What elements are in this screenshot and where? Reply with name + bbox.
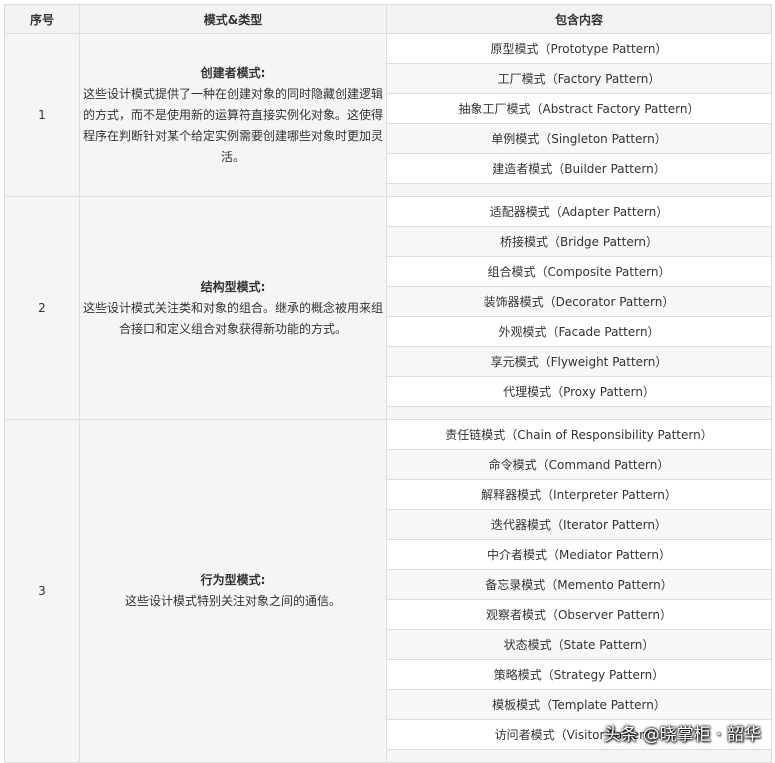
pattern-item: 组合模式（Composite Pattern）: [386, 256, 772, 287]
table-body: 1 创建者模式: 这些设计模式提供了一种在创建对象的同时隐藏创建逻辑的方式，而不是使…: [4, 33, 772, 763]
pattern-item: 解释器模式（Interpreter Pattern）: [386, 479, 772, 510]
header-type: 模式&类型: [79, 4, 387, 34]
filler-cell: [386, 749, 772, 763]
group-type-description: 这些设计模式提供了一种在创建对象的同时隐藏创建逻辑的方式，而不是使用新的运算符直…: [82, 86, 383, 164]
header-content: 包含内容: [386, 4, 772, 34]
group-type-description: 这些设计模式关注类和对象的组合。继承的概念被用来组合接口和定义组合对象获得新功能…: [82, 300, 383, 336]
pattern-item: 备忘录模式（Memento Pattern）: [386, 569, 772, 600]
pattern-item: 中介者模式（Mediator Pattern）: [386, 539, 772, 570]
pattern-item: 单例模式（Singleton Pattern）: [386, 123, 772, 154]
table-row: 3 行为型模式: 这些设计模式特别关注对象之间的通信。 责任链模式（Chain of …: [4, 419, 772, 763]
header-row: 序号 模式&类型 包含内容: [4, 4, 772, 34]
group-index: 2: [4, 196, 80, 420]
pattern-item: 建造者模式（Builder Pattern）: [386, 153, 772, 184]
pattern-item: 观察者模式（Observer Pattern）: [386, 599, 772, 630]
design-patterns-table: 序号 模式&类型 包含内容 1 创建者模式: 这些设计模式提供了一种在创建对象的同时…: [4, 4, 772, 763]
pattern-item: 工厂模式（Factory Pattern）: [386, 63, 772, 94]
pattern-item: 桥接模式（Bridge Pattern）: [386, 226, 772, 257]
filler-cell: [386, 406, 772, 420]
table-row: 1 创建者模式: 这些设计模式提供了一种在创建对象的同时隐藏创建逻辑的方式，而不是使…: [4, 33, 772, 197]
group-type-title: 行为型模式:: [200, 573, 266, 587]
pattern-item: 策略模式（Strategy Pattern）: [386, 659, 772, 690]
pattern-item: 迭代器模式（Iterator Pattern）: [386, 509, 772, 540]
watermark: 头条 @晓掌柜 · 韶华: [603, 725, 761, 745]
pattern-item: 外观模式（Facade Pattern）: [386, 316, 772, 347]
pattern-item: 装饰器模式（Decorator Pattern）: [386, 286, 772, 317]
group-index: 1: [4, 33, 80, 197]
pattern-item: 原型模式（Prototype Pattern）: [386, 33, 772, 64]
pattern-item: 模板模式（Template Pattern）: [386, 689, 772, 720]
pattern-item: 代理模式（Proxy Pattern）: [386, 376, 772, 407]
group-type-title: 创建者模式:: [200, 65, 266, 80]
group-type-cell: 结构型模式: 这些设计模式关注类和对象的组合。继承的概念被用来组合接口和定义组合对…: [79, 196, 387, 420]
pattern-item: 责任链模式（Chain of Responsibility Pattern）: [386, 419, 772, 450]
group-type-title: 结构型模式:: [200, 279, 266, 294]
pattern-item: 命令模式（Command Pattern）: [386, 449, 772, 480]
table-row: 2 结构型模式: 这些设计模式关注类和对象的组合。继承的概念被用来组合接口和定义组合…: [4, 196, 772, 420]
group-type-description: 这些设计模式特别关注对象之间的通信。: [124, 594, 341, 608]
header-index: 序号: [4, 4, 80, 34]
pattern-item: 适配器模式（Adapter Pattern）: [386, 196, 772, 227]
group-index: 3: [4, 419, 80, 763]
group-type-cell: 行为型模式: 这些设计模式特别关注对象之间的通信。: [79, 419, 387, 763]
pattern-item: 享元模式（Flyweight Pattern）: [386, 346, 772, 377]
filler-cell: [386, 183, 772, 197]
pattern-item: 抽象工厂模式（Abstract Factory Pattern）: [386, 93, 772, 124]
group-type-cell: 创建者模式: 这些设计模式提供了一种在创建对象的同时隐藏创建逻辑的方式，而不是使用…: [79, 33, 387, 197]
pattern-item: 状态模式（State Pattern）: [386, 629, 772, 660]
